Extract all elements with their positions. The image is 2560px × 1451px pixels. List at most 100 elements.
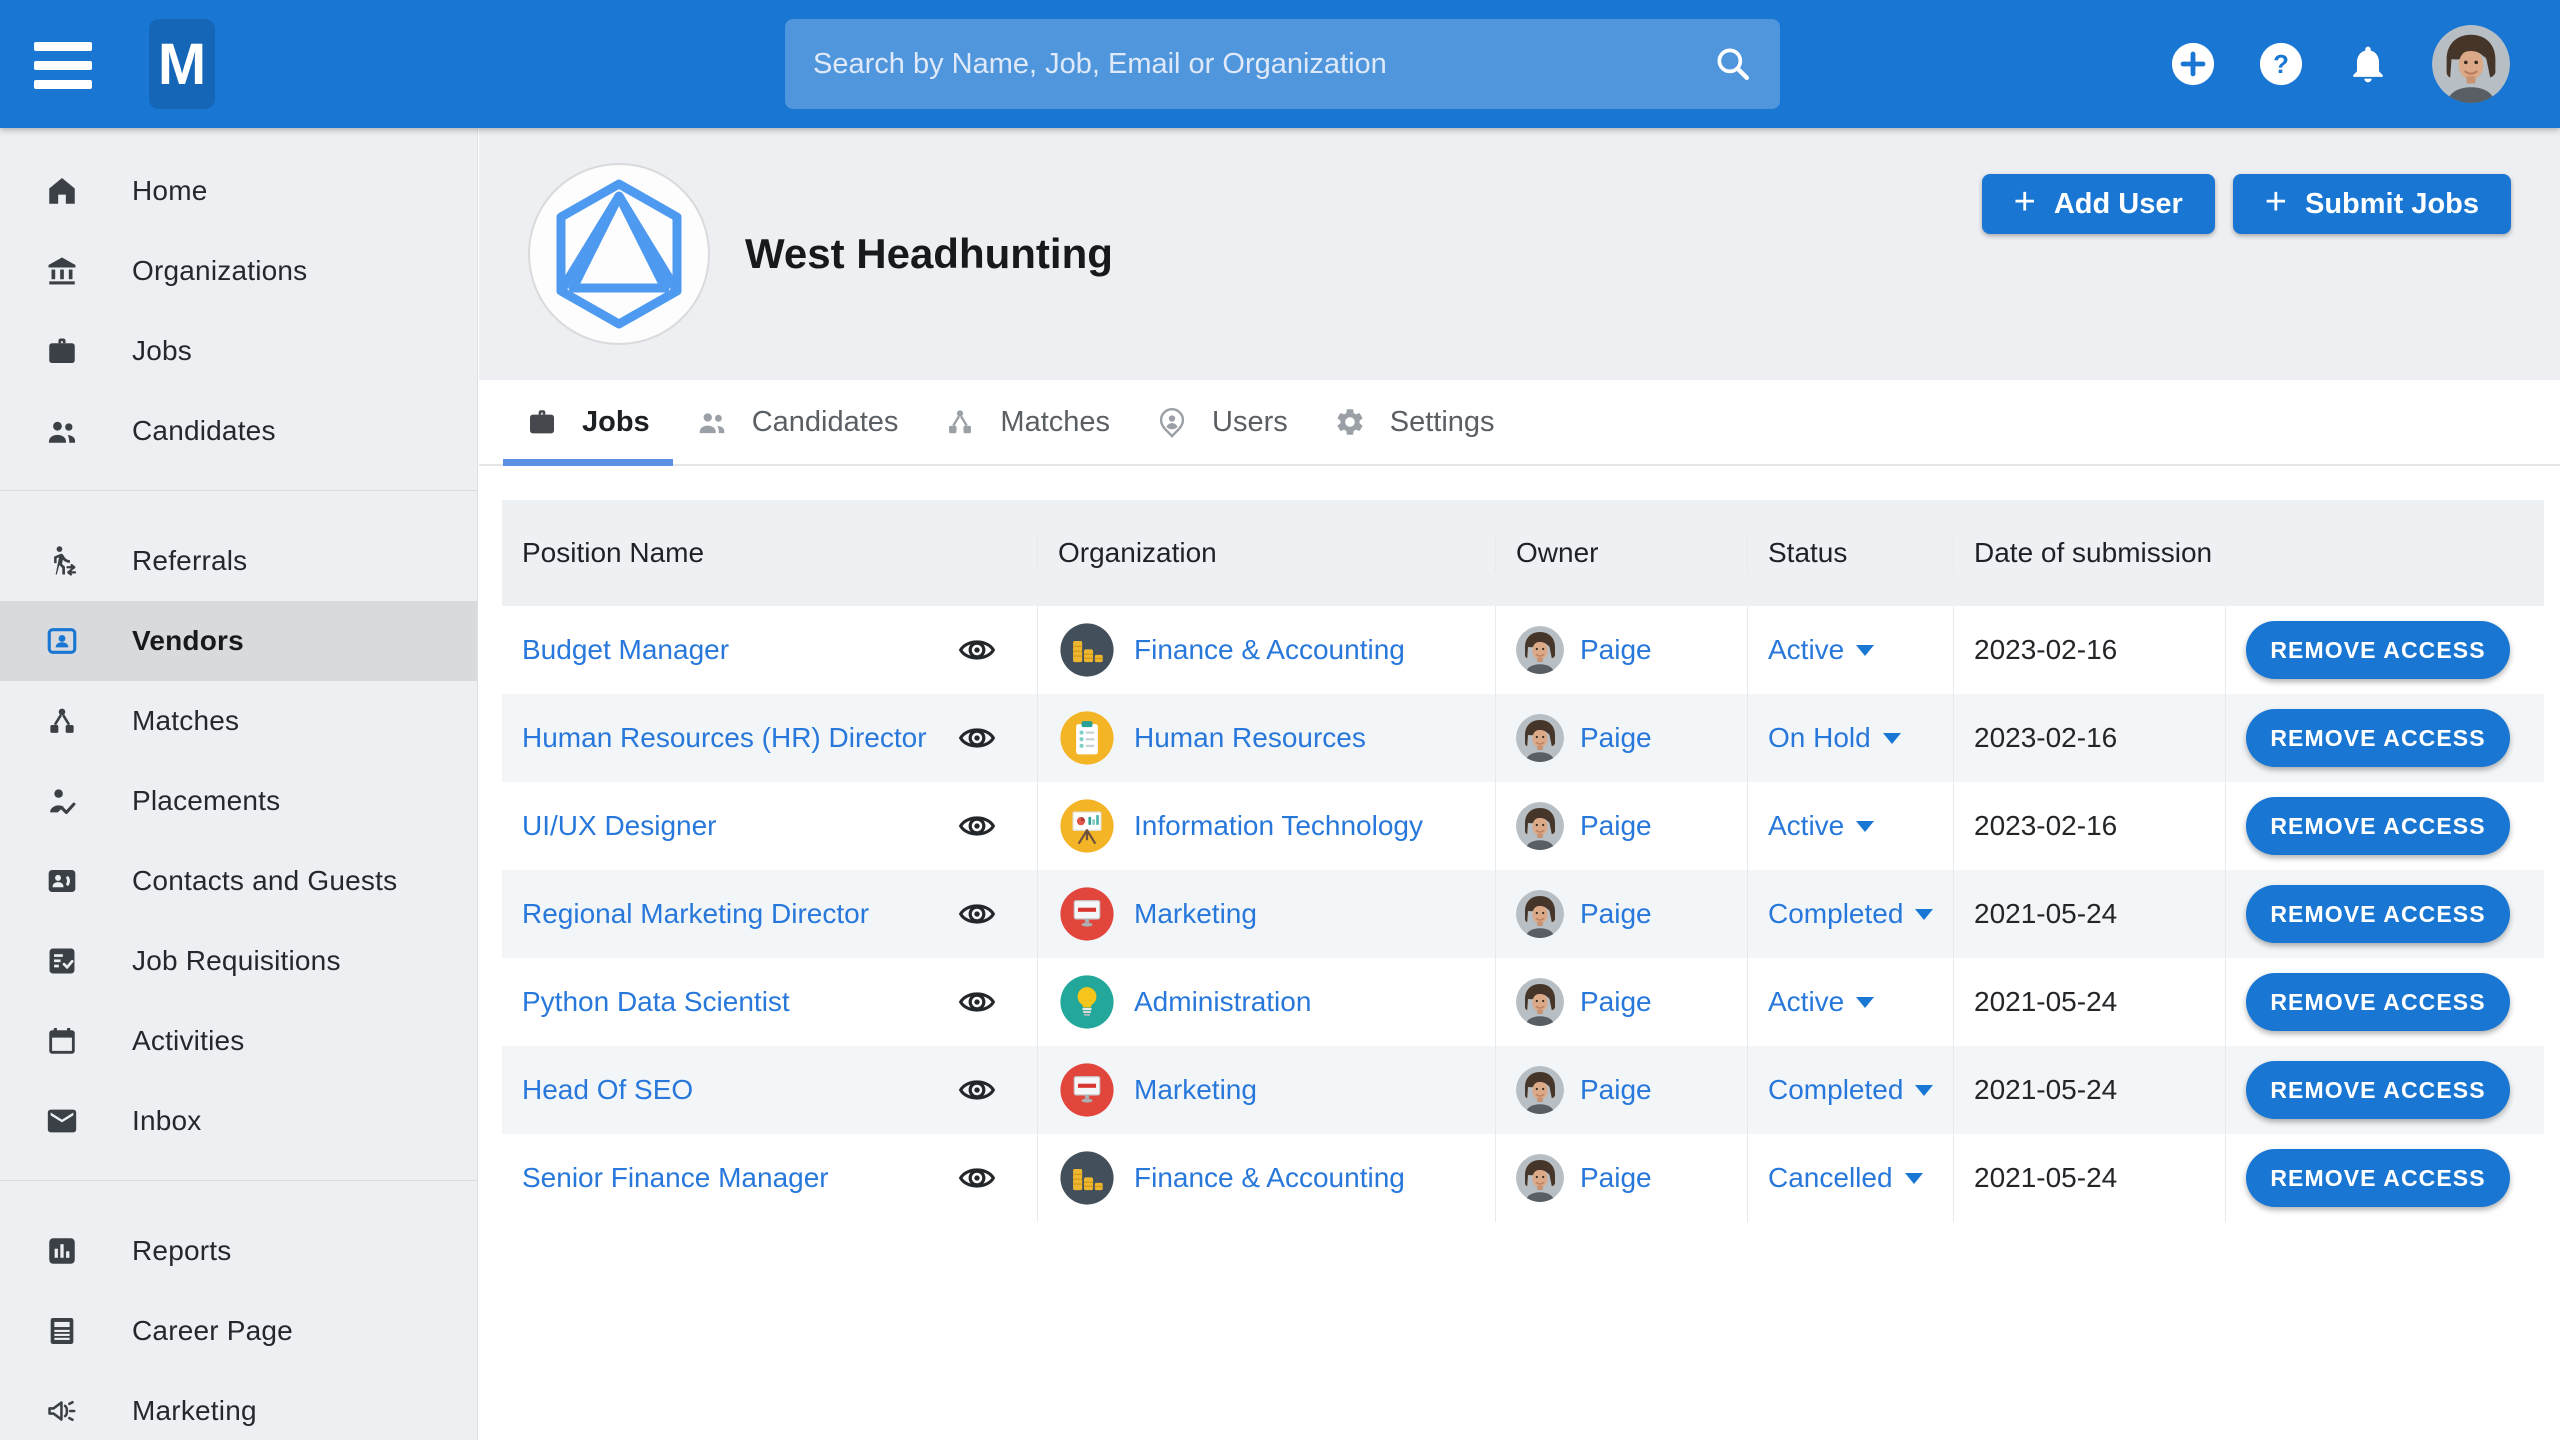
eye-icon[interactable]	[957, 982, 997, 1022]
sidebar-item-job-requisitions[interactable]: Job Requisitions	[0, 921, 477, 1001]
add-user-button[interactable]: + Add User	[1982, 174, 2215, 234]
profile-avatar[interactable]	[2432, 25, 2510, 103]
owner-avatar	[1516, 978, 1564, 1026]
organization-link[interactable]: Marketing	[1134, 1074, 1257, 1106]
status-dropdown[interactable]: On Hold	[1768, 722, 1901, 754]
position-link[interactable]: Senior Finance Manager	[522, 1162, 829, 1194]
remove-access-button[interactable]: REMOVE ACCESS	[2246, 797, 2510, 855]
tab-matches[interactable]: Matches	[921, 380, 1133, 464]
sidebar-item-home[interactable]: Home	[0, 151, 477, 231]
status-dropdown[interactable]: Active	[1768, 634, 1874, 666]
sidebar-item-career-page[interactable]: Career Page	[0, 1291, 477, 1371]
position-link[interactable]: Head Of SEO	[522, 1074, 693, 1106]
hamburger-menu-icon[interactable]	[34, 42, 92, 89]
remove-access-button[interactable]: REMOVE ACCESS	[2246, 973, 2510, 1031]
remove-access-button[interactable]: REMOVE ACCESS	[2246, 1149, 2510, 1207]
eye-icon[interactable]	[957, 1070, 997, 1110]
submission-date: 2021-05-24	[1974, 898, 2117, 930]
search-input[interactable]	[785, 48, 1780, 81]
table-row: Senior Finance Manager Finance & Account…	[502, 1134, 2544, 1222]
sidebar-item-label: Organizations	[132, 255, 307, 287]
sidebar-item-marketing[interactable]: Marketing	[0, 1371, 477, 1451]
megaphone-icon	[40, 1389, 84, 1433]
owner-link[interactable]: Paige	[1580, 634, 1652, 666]
add-plus-icon[interactable]	[2170, 41, 2216, 87]
sidebar-item-label: Referrals	[132, 545, 247, 577]
owner-link[interactable]: Paige	[1580, 898, 1652, 930]
eye-icon[interactable]	[957, 894, 997, 934]
sidebar-item-vendors[interactable]: Vendors	[0, 601, 477, 681]
table-row: Python Data Scientist Administration Pai…	[502, 958, 2544, 1046]
owner-link[interactable]: Paige	[1580, 1074, 1652, 1106]
owner-link[interactable]: Paige	[1580, 1162, 1652, 1194]
submission-date: 2021-05-24	[1974, 1074, 2117, 1106]
person-check-icon	[40, 779, 84, 823]
remove-access-button[interactable]: REMOVE ACCESS	[2246, 621, 2510, 679]
calendar-icon	[40, 1019, 84, 1063]
table-row: UI/UX Designer Information Technology Pa…	[502, 782, 2544, 870]
position-link[interactable]: Python Data Scientist	[522, 986, 790, 1018]
global-search-bar	[785, 19, 1780, 109]
sidebar-item-reports[interactable]: Reports	[0, 1211, 477, 1291]
owner-avatar	[1516, 890, 1564, 938]
eye-icon[interactable]	[957, 718, 997, 758]
notifications-bell-icon[interactable]	[2346, 42, 2390, 86]
tab-jobs[interactable]: Jobs	[503, 380, 673, 464]
organization-link[interactable]: Human Resources	[1134, 722, 1366, 754]
organization-link[interactable]: Information Technology	[1134, 810, 1423, 842]
organization-link[interactable]: Administration	[1134, 986, 1311, 1018]
sidebar-item-referrals[interactable]: Referrals	[0, 521, 477, 601]
sidebar-item-inbox[interactable]: Inbox	[0, 1081, 477, 1161]
position-link[interactable]: UI/UX Designer	[522, 810, 717, 842]
tab-bar: Jobs Candidates Matches Users Settings	[479, 380, 2560, 466]
organization-link[interactable]: Finance & Accounting	[1134, 1162, 1405, 1194]
bank-icon	[40, 249, 84, 293]
table-row: Human Resources (HR) Director Human Reso…	[502, 694, 2544, 782]
sidebar-item-contacts-and-guests[interactable]: Contacts and Guests	[0, 841, 477, 921]
sidebar-item-placements[interactable]: Placements	[0, 761, 477, 841]
chevron-down-icon	[1856, 997, 1874, 1008]
marketing-monitor-icon	[1058, 1061, 1116, 1119]
eye-icon[interactable]	[957, 630, 997, 670]
eye-icon[interactable]	[957, 806, 997, 846]
tab-users[interactable]: Users	[1133, 380, 1311, 464]
status-dropdown[interactable]: Cancelled	[1768, 1162, 1923, 1194]
organization-header: West Headhunting + Add User + Submit Job…	[479, 128, 2560, 380]
it-presentation-icon	[1058, 797, 1116, 855]
eye-icon[interactable]	[957, 1158, 997, 1198]
app-logo[interactable]: M	[149, 19, 215, 109]
sidebar-item-activities[interactable]: Activities	[0, 1001, 477, 1081]
hr-clipboard-icon	[1058, 709, 1116, 767]
status-dropdown[interactable]: Active	[1768, 810, 1874, 842]
position-link[interactable]: Regional Marketing Director	[522, 898, 869, 930]
sidebar-item-label: Matches	[132, 705, 239, 737]
main-content: West Headhunting + Add User + Submit Job…	[479, 128, 2560, 1440]
sidebar-item-candidates[interactable]: Candidates	[0, 391, 477, 471]
owner-link[interactable]: Paige	[1580, 722, 1652, 754]
document-icon	[40, 1309, 84, 1353]
sidebar-item-organizations[interactable]: Organizations	[0, 231, 477, 311]
people-icon	[696, 406, 728, 438]
sidebar-item-matches[interactable]: Matches	[0, 681, 477, 761]
search-icon[interactable]	[1712, 43, 1754, 85]
submit-jobs-button[interactable]: + Submit Jobs	[2233, 174, 2511, 234]
organization-link[interactable]: Marketing	[1134, 898, 1257, 930]
position-link[interactable]: Budget Manager	[522, 634, 729, 666]
sidebar-item-jobs[interactable]: Jobs	[0, 311, 477, 391]
tab-candidates[interactable]: Candidates	[673, 380, 922, 464]
position-link[interactable]: Human Resources (HR) Director	[522, 722, 927, 754]
status-dropdown[interactable]: Completed	[1768, 898, 1933, 930]
finance-coins-icon	[1058, 621, 1116, 679]
status-dropdown[interactable]: Completed	[1768, 1074, 1933, 1106]
owner-link[interactable]: Paige	[1580, 810, 1652, 842]
remove-access-button[interactable]: REMOVE ACCESS	[2246, 885, 2510, 943]
remove-access-button[interactable]: REMOVE ACCESS	[2246, 1061, 2510, 1119]
owner-link[interactable]: Paige	[1580, 986, 1652, 1018]
help-icon[interactable]: ?	[2258, 41, 2304, 87]
tab-settings[interactable]: Settings	[1311, 380, 1518, 464]
submission-date: 2023-02-16	[1974, 810, 2117, 842]
organization-link[interactable]: Finance & Accounting	[1134, 634, 1405, 666]
status-dropdown[interactable]: Active	[1768, 986, 1874, 1018]
sidebar-item-label: Activities	[132, 1025, 244, 1057]
remove-access-button[interactable]: REMOVE ACCESS	[2246, 709, 2510, 767]
